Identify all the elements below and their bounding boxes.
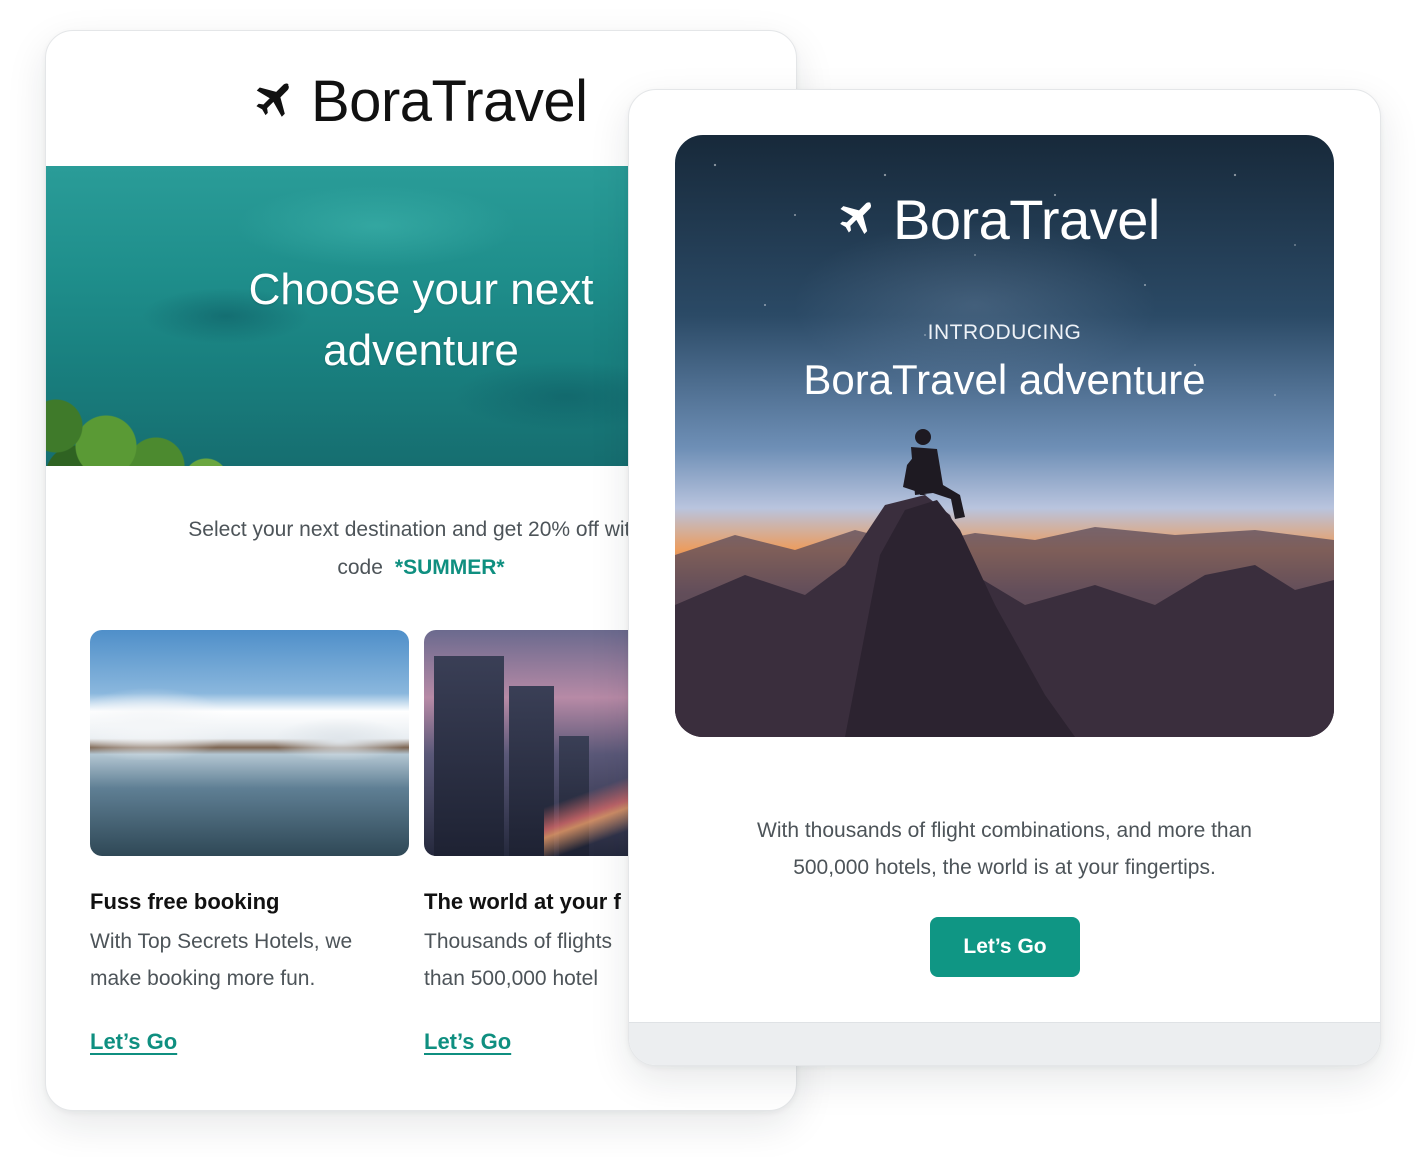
lets-go-link[interactable]: Let’s Go <box>90 1029 177 1055</box>
column-text-line: Thousands of flights <box>424 930 612 953</box>
feature-title: BoraTravel adventure <box>803 356 1206 403</box>
glacier-shape <box>90 670 409 760</box>
body-text-line: 500,000 hotels, the world is at your fin… <box>793 856 1216 879</box>
column-title: The world at your f <box>424 889 621 914</box>
feature-banner: BoraTravel INTRODUCING BoraTravel advent… <box>675 135 1334 737</box>
body-text-line: With thousands of flight combinations, a… <box>757 819 1252 842</box>
lets-go-button[interactable]: Let’s Go <box>930 917 1080 977</box>
column-title: Fuss free booking <box>90 889 280 914</box>
promo-code-label: code <box>337 556 383 579</box>
building-shape <box>434 656 504 856</box>
email-preview-front: BoraTravel INTRODUCING BoraTravel advent… <box>628 89 1381 1066</box>
lets-go-link[interactable]: Let’s Go <box>424 1029 511 1055</box>
column-text-line: With Top Secrets Hotels, we <box>90 930 353 953</box>
brand-name: BoraTravel <box>311 68 588 134</box>
brand-name: BoraTravel <box>893 187 1160 251</box>
email-footer <box>629 1022 1380 1065</box>
brand-logo: BoraTravel <box>251 68 588 134</box>
column-text-line: make booking more fun. <box>90 967 316 990</box>
column-text: Thousands of flights than 500,000 hotel <box>424 923 612 997</box>
column-text: With Top Secrets Hotels, we make booking… <box>90 923 352 997</box>
foliage-decoration <box>46 366 256 466</box>
eyebrow-text: INTRODUCING <box>927 321 1082 344</box>
body-text: With thousands of flight combinations, a… <box>629 812 1380 886</box>
column-text-line: than 500,000 hotel <box>424 967 598 990</box>
glacier-lake-image <box>90 630 409 856</box>
airplane-icon <box>256 83 289 117</box>
airplane-icon <box>840 202 872 234</box>
promo-code: *SUMMER* <box>394 556 505 579</box>
brand-logo: BoraTravel <box>835 187 1160 251</box>
